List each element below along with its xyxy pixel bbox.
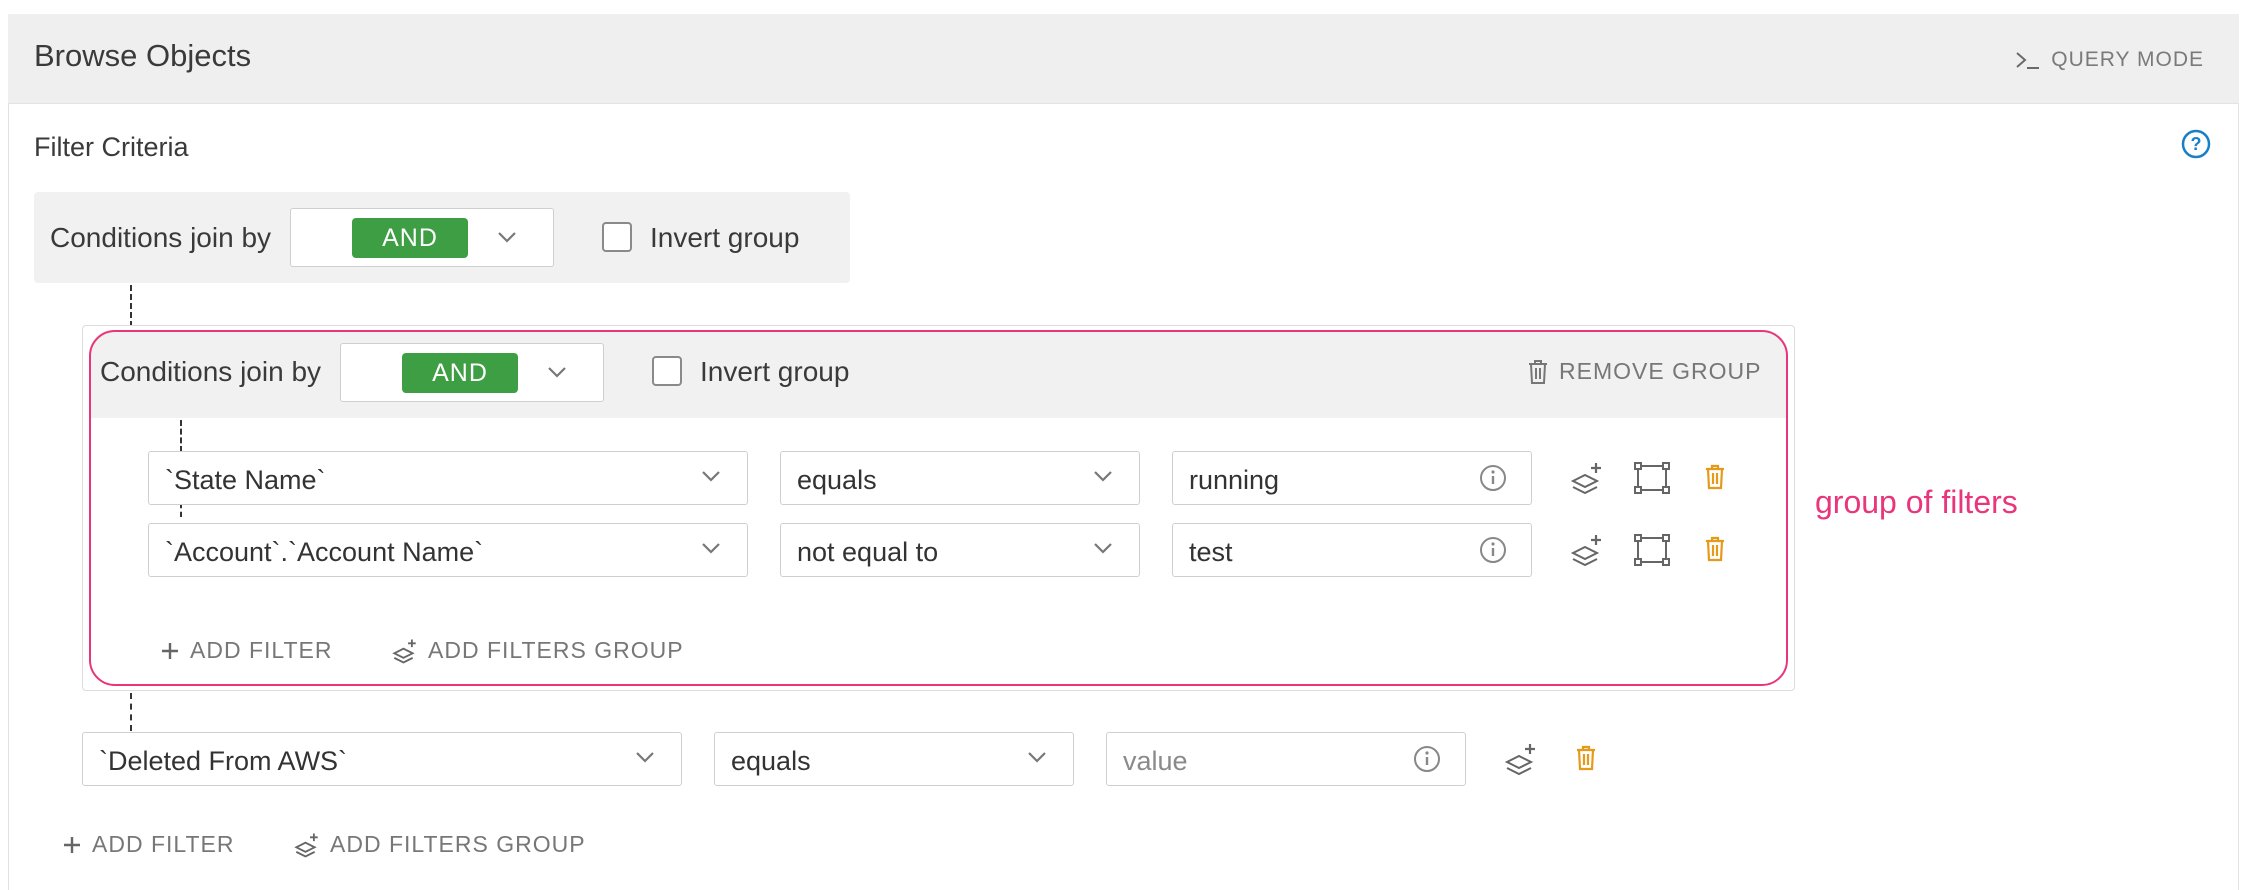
filter-operator-select[interactable]: equals <box>714 732 1074 786</box>
plus-icon <box>64 836 80 853</box>
outer-invert-label: Invert group <box>650 222 800 253</box>
outer-invert-checkbox[interactable] <box>602 222 632 252</box>
filter-operator-value: equals <box>731 746 811 776</box>
query-mode-label: QUERY MODE <box>2051 48 2204 71</box>
add-filter-button[interactable]: ADD FILTER <box>62 831 234 858</box>
terminal-icon <box>2016 52 2040 69</box>
add-filters-group-button[interactable]: ADD FILTERS GROUP <box>294 831 586 858</box>
tree-connector <box>130 693 132 731</box>
trash-icon[interactable] <box>1575 745 1597 771</box>
add-filters-group-label: ADD FILTERS GROUP <box>330 831 586 857</box>
chevron-down-icon <box>498 232 516 243</box>
outer-join-label: Conditions join by <box>50 222 272 253</box>
filter-value-placeholder: value <box>1123 746 1188 776</box>
annotation-outline <box>89 330 1788 686</box>
add-filter-label: ADD FILTER <box>92 831 235 857</box>
filter-criteria-label: Filter Criteria <box>34 132 189 162</box>
tree-connector <box>130 285 132 327</box>
chevron-down-icon <box>1028 752 1046 763</box>
query-mode-button[interactable]: QUERY MODE <box>2015 48 2204 72</box>
info-icon[interactable] <box>1413 745 1441 773</box>
add-filter-group-icon[interactable] <box>1504 742 1538 776</box>
page-title: Browse Objects <box>34 38 252 73</box>
panel-header <box>8 14 2239 104</box>
filter-field-select[interactable]: `Deleted From AWS` <box>82 732 682 786</box>
chevron-down-icon <box>636 752 654 763</box>
add-filter-group-icon <box>294 833 318 857</box>
outer-join-select[interactable]: AND <box>290 208 554 267</box>
filter-value-input[interactable]: value <box>1106 732 1466 786</box>
filter-field-value: `Deleted From AWS` <box>99 746 348 776</box>
annotation-label: group of filters <box>1815 484 2018 520</box>
svg-text:?: ? <box>2191 134 2202 154</box>
help-icon[interactable]: ? <box>2181 129 2211 159</box>
outer-join-value: AND <box>352 218 468 258</box>
